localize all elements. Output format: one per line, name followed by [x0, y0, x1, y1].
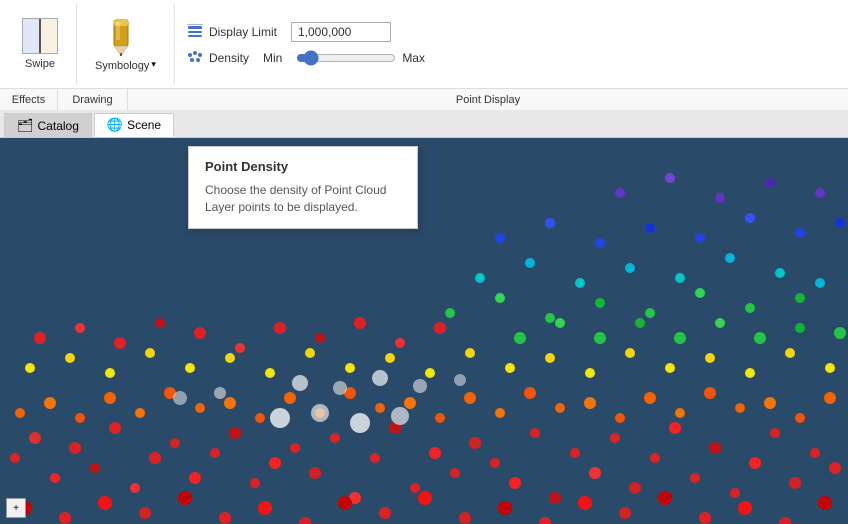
point-display-controls: Display Limit Density	[187, 8, 832, 80]
display-limit-label: Display Limit	[209, 25, 277, 39]
drawing-label: Drawing	[72, 94, 112, 106]
density-slider[interactable]	[296, 50, 396, 66]
density-row: Density Min Max	[187, 50, 832, 66]
tab-catalog[interactable]: 🗂 Catalog	[4, 113, 92, 137]
swipe-divider	[39, 19, 41, 53]
ribbon-section-swipe: Swipe	[4, 4, 77, 84]
ribbon-section-symbology: Symbology ▾	[77, 4, 175, 84]
point-cloud-view	[0, 138, 848, 524]
swipe-label: Swipe	[25, 58, 55, 70]
tooltip-popup: Point Density Choose the density of Poin…	[188, 146, 418, 229]
tooltip-body: Choose the density of Point Cloud Layer …	[205, 182, 401, 216]
symbology-icon	[106, 16, 144, 56]
map-controls: +	[6, 498, 26, 518]
catalog-icon: 🗂	[17, 118, 34, 134]
scene-icon: 🌐	[107, 117, 123, 133]
density-slider-wrapper	[296, 50, 396, 66]
zoom-in-button[interactable]: +	[6, 498, 26, 518]
max-label: Max	[402, 51, 425, 65]
density-label: Density	[209, 51, 249, 65]
swipe-right	[40, 19, 57, 53]
symbology-chevron: ▾	[151, 59, 156, 70]
display-limit-row: Display Limit	[187, 22, 832, 42]
min-label: Min	[263, 51, 282, 65]
swipe-button[interactable]: Swipe	[14, 9, 66, 79]
display-limit-input[interactable]	[291, 22, 391, 42]
display-limit-icon	[187, 24, 203, 40]
symbology-label: Symbology	[95, 60, 149, 72]
ribbon: Swipe Symbology ▾	[0, 0, 848, 110]
ribbon-labels-bar: Effects Drawing Point Display	[0, 88, 848, 110]
drawing-tab[interactable]: Drawing	[58, 89, 128, 110]
tab-scene-label: Scene	[127, 118, 161, 132]
tooltip-title: Point Density	[205, 159, 401, 174]
tab-catalog-label: Catalog	[38, 119, 79, 133]
tab-scene[interactable]: 🌐 Scene	[94, 113, 174, 137]
effects-tab[interactable]: Effects	[0, 89, 58, 110]
effects-label: Effects	[12, 94, 45, 106]
density-icon	[187, 50, 203, 66]
symbology-button[interactable]: Symbology ▾	[87, 9, 164, 79]
swipe-icon	[22, 18, 58, 54]
point-display-tab[interactable]: Point Display	[128, 89, 848, 110]
map-area: Point Density Choose the density of Poin…	[0, 138, 848, 524]
zoom-in-icon: +	[13, 503, 19, 514]
ribbon-main: Swipe Symbology ▾	[0, 0, 848, 88]
point-display-label: Point Display	[456, 94, 520, 106]
swipe-left	[23, 19, 40, 53]
tab-bar: 🗂 Catalog 🌐 Scene	[0, 110, 848, 138]
point-display-section: Display Limit Density	[175, 4, 844, 84]
